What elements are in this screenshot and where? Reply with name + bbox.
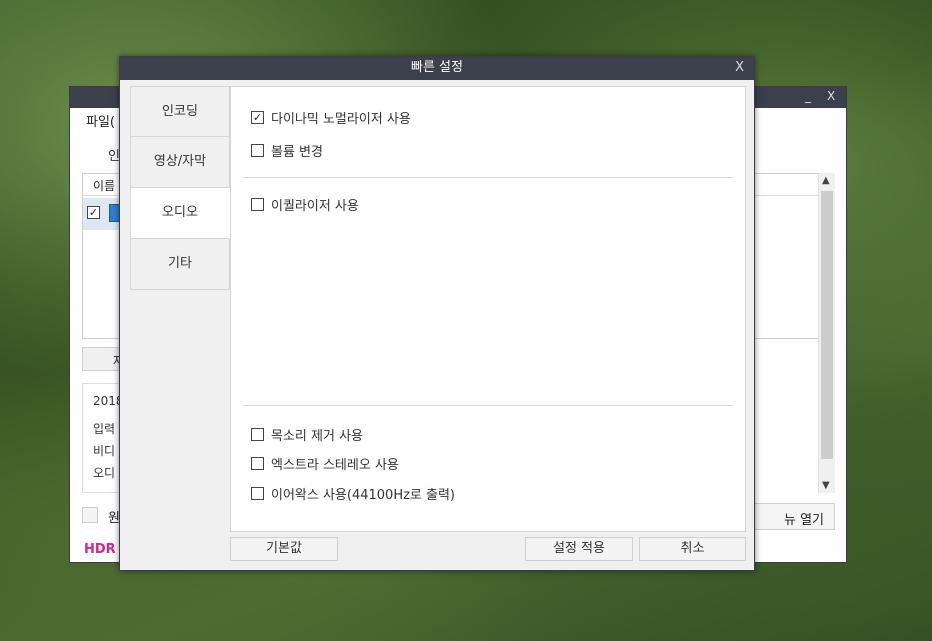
tab-video-subtitle[interactable]: 영상/자막 bbox=[130, 137, 230, 188]
original-checkbox[interactable] bbox=[82, 507, 98, 523]
hdr-label: HDR bbox=[84, 542, 116, 557]
equalizer-option[interactable]: 이퀄라이저 사용 bbox=[251, 195, 359, 214]
tab-encoding[interactable]: 인코딩 bbox=[130, 86, 230, 137]
tab-audio[interactable]: 오디오 bbox=[130, 188, 230, 239]
dynamic-normalizer-label: 다이나믹 노멀라이저 사용 bbox=[271, 112, 411, 127]
apply-settings-button[interactable]: 설정 적용 bbox=[525, 537, 633, 561]
equalizer-label: 이퀄라이저 사용 bbox=[271, 199, 359, 214]
extra-stereo-checkbox[interactable] bbox=[251, 457, 264, 470]
volume-change-label: 볼륨 변경 bbox=[271, 145, 323, 160]
dynamic-normalizer-option[interactable]: ✓ 다이나믹 노멀라이저 사용 bbox=[251, 108, 411, 127]
menu-file[interactable]: 파일( bbox=[86, 111, 115, 130]
extra-stereo-option[interactable]: 엑스트라 스테레오 사용 bbox=[251, 454, 399, 473]
default-button[interactable]: 기본값 bbox=[230, 537, 338, 561]
earwax-option[interactable]: 이어왁스 사용(44100Hz로 출력) bbox=[251, 484, 455, 503]
list-scrollbar[interactable]: ▲ ▼ bbox=[818, 173, 835, 493]
voice-remove-label: 목소리 제거 사용 bbox=[271, 429, 363, 444]
settings-tabs: 인코딩 영상/자막 오디오 기타 bbox=[130, 86, 230, 290]
dynamic-normalizer-checkbox[interactable]: ✓ bbox=[251, 111, 264, 124]
audio-settings-panel: ✓ 다이나믹 노멀라이저 사용 볼륨 변경 이퀄라이저 사용 목소리 제거 사용… bbox=[230, 86, 746, 532]
minimize-button[interactable]: _ bbox=[805, 89, 811, 103]
close-button[interactable]: X bbox=[827, 89, 835, 103]
earwax-label: 이어왁스 사용(44100Hz로 출력) bbox=[271, 488, 456, 503]
extra-stereo-label: 엑스트라 스테레오 사용 bbox=[271, 458, 399, 473]
equalizer-checkbox[interactable] bbox=[251, 198, 264, 211]
earwax-checkbox[interactable] bbox=[251, 487, 264, 500]
scroll-thumb[interactable] bbox=[821, 191, 833, 459]
scroll-down-icon[interactable]: ▼ bbox=[822, 480, 830, 491]
volume-change-option[interactable]: 볼륨 변경 bbox=[251, 141, 323, 160]
row-checkbox[interactable]: ✓ bbox=[87, 206, 100, 219]
scroll-up-icon[interactable]: ▲ bbox=[822, 175, 830, 186]
voice-remove-checkbox[interactable] bbox=[251, 428, 264, 441]
quick-settings-dialog: 빠른 설정 X 인코딩 영상/자막 오디오 기타 ✓ 다이나믹 노멀라이저 사용… bbox=[119, 56, 755, 571]
dialog-close-button[interactable]: X bbox=[735, 57, 744, 79]
divider bbox=[243, 177, 733, 178]
volume-change-checkbox[interactable] bbox=[251, 144, 264, 157]
divider bbox=[243, 405, 733, 406]
dialog-titlebar: 빠른 설정 X bbox=[120, 57, 754, 80]
cancel-button[interactable]: 취소 bbox=[639, 537, 746, 561]
voice-remove-option[interactable]: 목소리 제거 사용 bbox=[251, 425, 363, 444]
tab-etc[interactable]: 기타 bbox=[130, 239, 230, 290]
dialog-title: 빠른 설정 bbox=[411, 60, 463, 75]
